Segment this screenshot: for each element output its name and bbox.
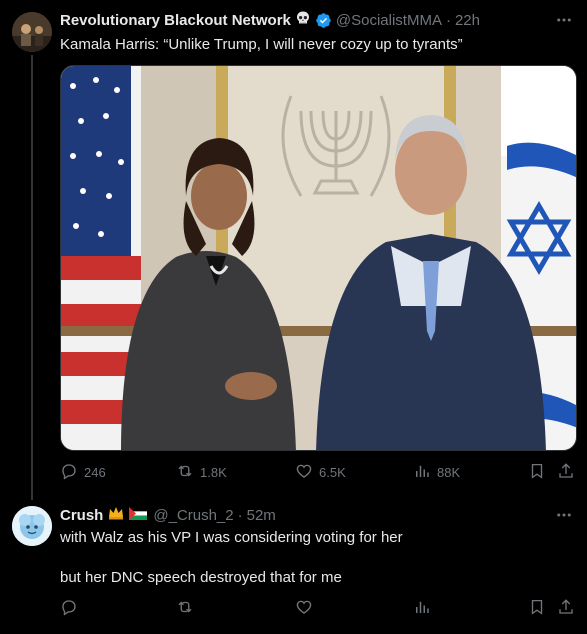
repost-count: 1.8K — [200, 464, 227, 480]
repost-button[interactable]: 1.8K — [176, 462, 227, 482]
views-button[interactable]: 88K — [413, 462, 460, 482]
author-handle[interactable]: @SocialistMMA — [336, 12, 442, 29]
reply-text-line-2: but her DNC speech destroyed that for me — [60, 569, 342, 586]
like-button[interactable]: 6.5K — [295, 462, 346, 482]
thread-connector-line — [31, 55, 33, 500]
reply-header: Crush @_Crush_2 · 52m — [60, 505, 276, 525]
author-avatar[interactable] — [12, 12, 52, 52]
like-icon — [295, 462, 313, 483]
skull-emoji-icon — [295, 10, 311, 30]
views-button[interactable] — [413, 598, 431, 618]
separator-dot: · — [445, 11, 451, 29]
palestine-flag-icon — [129, 506, 148, 524]
author-display-name[interactable]: Revolutionary Blackout Network — [60, 12, 291, 29]
tweet-header: Revolutionary Blackout Network @Socialis… — [60, 10, 480, 30]
reply-icon — [60, 462, 78, 483]
repost-button[interactable] — [176, 598, 194, 618]
bookmark-button[interactable] — [528, 598, 546, 618]
bookmark-icon — [528, 598, 546, 619]
crown-emoji-icon — [107, 505, 125, 525]
like-count: 6.5K — [319, 464, 346, 480]
reply-author-handle[interactable]: @_Crush_2 — [153, 507, 233, 524]
reply-text-line-1: with Walz as his VP I was considering vo… — [60, 529, 403, 546]
more-icon[interactable] — [553, 506, 575, 524]
reply-button[interactable]: 246 — [60, 462, 106, 482]
reply-author-avatar[interactable] — [12, 506, 52, 546]
views-icon — [413, 598, 431, 619]
reply-action-bar — [60, 598, 577, 618]
share-icon — [557, 598, 575, 619]
bookmark-button[interactable] — [528, 462, 546, 482]
like-button[interactable] — [295, 598, 313, 618]
repost-icon — [176, 462, 194, 483]
tweet-action-bar: 246 1.8K 6.5K 88K — [60, 462, 577, 482]
repost-icon — [176, 598, 194, 619]
more-icon[interactable] — [553, 11, 575, 29]
tweet-timestamp[interactable]: 22h — [455, 12, 480, 29]
reply-count: 246 — [84, 464, 106, 480]
reply-icon — [60, 598, 78, 619]
verified-badge-icon[interactable] — [315, 12, 332, 29]
like-icon — [295, 598, 313, 619]
photo-illustration — [61, 66, 576, 450]
reply-button[interactable] — [60, 598, 78, 618]
separator-dot: · — [237, 506, 243, 524]
bookmark-icon — [528, 462, 546, 483]
reply-timestamp[interactable]: 52m — [247, 507, 276, 524]
share-button[interactable] — [557, 462, 575, 482]
tweet-photo[interactable] — [60, 65, 577, 451]
views-icon — [413, 462, 431, 483]
tweet-text: Kamala Harris: “Unlike Trump, I will nev… — [60, 36, 463, 53]
share-button[interactable] — [557, 598, 575, 618]
reply-author-display-name[interactable]: Crush — [60, 507, 103, 524]
share-icon — [557, 462, 575, 483]
views-count: 88K — [437, 464, 461, 480]
